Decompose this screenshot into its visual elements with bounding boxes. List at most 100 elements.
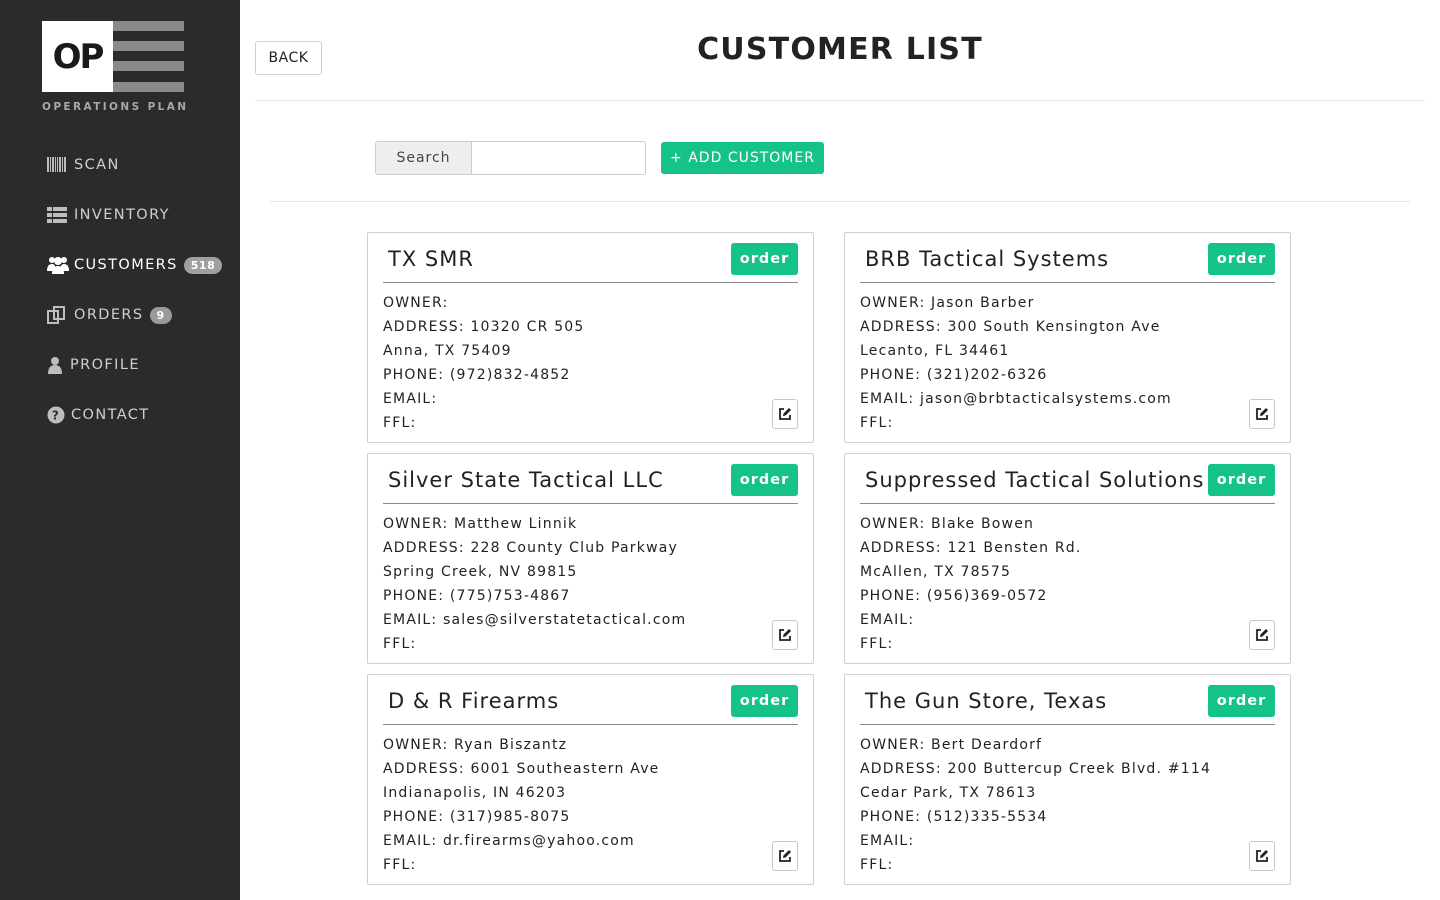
customer-card: BRB Tactical Systems order OWNER: Jason Ba…: [844, 232, 1291, 443]
edit-icon: [1256, 408, 1268, 420]
customer-address: ADDRESS: 300 South Kensington Ave: [860, 319, 1161, 335]
customer-city: Cedar Park, TX 78613: [860, 785, 1037, 801]
customer-phone: PHONE: (512)335-5534: [860, 809, 1048, 825]
customer-phone: PHONE: (775)753-4867: [383, 588, 571, 604]
customer-city: Anna, TX 75409: [383, 343, 512, 359]
card-divider: [383, 503, 798, 504]
question-icon: ?: [47, 406, 65, 424]
edit-customer-button[interactable]: [772, 841, 798, 871]
sidebar-item-contact[interactable]: ? CONTACT: [47, 403, 150, 427]
logo-letters: OP: [52, 36, 105, 77]
order-button[interactable]: order: [731, 243, 798, 275]
customer-owner: OWNER: Blake Bowen: [860, 516, 1035, 532]
barcode-icon: [47, 156, 68, 174]
sidebar-item-inventory[interactable]: INVENTORY: [47, 203, 170, 227]
customer-phone: PHONE: (317)985-8075: [383, 809, 571, 825]
customer-owner: OWNER: Bert Deardorf: [860, 737, 1043, 753]
customers-count-badge: 518: [183, 256, 223, 274]
customer-card: The Gun Store, Texas order OWNER: Bert Dea…: [844, 674, 1291, 885]
customer-phone: PHONE: (956)369-0572: [860, 588, 1048, 604]
logo-stripe: [113, 82, 184, 92]
customer-ffl: FFL:: [383, 415, 417, 431]
sidebar-item-label: SCAN: [74, 157, 120, 173]
customer-details: OWNER: ADDRESS: 10320 CR 505 Anna, TX 7540…: [383, 291, 585, 435]
customer-owner: OWNER:: [383, 295, 449, 311]
order-button[interactable]: order: [1208, 685, 1275, 717]
customer-name: BRB Tactical Systems: [865, 247, 1110, 271]
card-divider: [860, 503, 1275, 504]
customer-email: EMAIL:: [383, 391, 438, 407]
customer-email: EMAIL: sales@silverstatetactical.com: [383, 612, 687, 628]
logo-stripe: [113, 21, 184, 31]
header-divider: [255, 100, 1425, 101]
search-input[interactable]: [471, 141, 646, 175]
customer-address: ADDRESS: 228 County Club Parkway: [383, 540, 678, 556]
edit-customer-button[interactable]: [1249, 620, 1275, 650]
order-button[interactable]: order: [1208, 243, 1275, 275]
customer-name: TX SMR: [388, 247, 474, 271]
edit-icon: [779, 408, 791, 420]
customer-ffl: FFL:: [860, 636, 894, 652]
customer-address: ADDRESS: 121 Bensten Rd.: [860, 540, 1082, 556]
customer-address: ADDRESS: 6001 Southeastern Ave: [383, 761, 660, 777]
order-button[interactable]: order: [731, 464, 798, 496]
customer-details: OWNER: Bert Deardorf ADDRESS: 200 Butterc…: [860, 733, 1211, 877]
sidebar-item-label: CONTACT: [71, 407, 150, 423]
back-button[interactable]: BACK: [255, 41, 322, 75]
sidebar-item-orders[interactable]: ORDERS 9: [47, 303, 172, 327]
order-button[interactable]: order: [731, 685, 798, 717]
customer-city: McAllen, TX 78575: [860, 564, 1012, 580]
customer-city: Spring Creek, NV 89815: [383, 564, 578, 580]
logo[interactable]: OP: [42, 21, 184, 92]
customer-email: EMAIL: dr.firearms@yahoo.com: [383, 833, 635, 849]
card-divider: [383, 724, 798, 725]
customer-address: ADDRESS: 200 Buttercup Creek Blvd. #114: [860, 761, 1212, 777]
sidebar-item-label: CUSTOMERS: [74, 257, 178, 273]
customer-details: OWNER: Matthew Linnik ADDRESS: 228 County…: [383, 512, 686, 656]
edit-customer-button[interactable]: [772, 620, 798, 650]
customer-email: EMAIL: jason@brbtacticalsystems.com: [860, 391, 1172, 407]
edit-icon: [779, 850, 791, 862]
sidebar-item-scan[interactable]: SCAN: [47, 153, 120, 177]
customer-card: Suppressed Tactical Solutions order OWNER:…: [844, 453, 1291, 664]
sidebar-item-label: ORDERS: [74, 307, 144, 323]
customer-name: D & R Firearms: [388, 689, 560, 713]
customer-phone: PHONE: (321)202-6326: [860, 367, 1048, 383]
edit-customer-button[interactable]: [1249, 399, 1275, 429]
customer-email: EMAIL:: [860, 612, 915, 628]
customer-address: ADDRESS: 10320 CR 505: [383, 319, 585, 335]
customer-owner: OWNER: Matthew Linnik: [383, 516, 578, 532]
svg-text:?: ?: [52, 409, 60, 423]
list-icon: [47, 206, 68, 224]
customer-owner: OWNER: Jason Barber: [860, 295, 1035, 311]
add-customer-button[interactable]: + ADD CUSTOMER: [661, 142, 824, 174]
customer-name: Silver State Tactical LLC: [388, 468, 664, 492]
customer-details: OWNER: Jason Barber ADDRESS: 300 South Ke…: [860, 291, 1172, 435]
sidebar-item-profile[interactable]: PROFILE: [47, 353, 140, 377]
customer-name: Suppressed Tactical Solutions: [865, 468, 1205, 492]
sidebar-item-customers[interactable]: CUSTOMERS 518: [47, 253, 223, 277]
edit-icon: [779, 629, 791, 641]
customer-ffl: FFL:: [383, 857, 417, 873]
card-divider: [383, 282, 798, 283]
customer-ffl: FFL:: [860, 415, 894, 431]
card-divider: [860, 724, 1275, 725]
customer-card: TX SMR order OWNER: ADDRESS: 10320 CR 505 An…: [367, 232, 814, 443]
customer-ffl: FFL:: [383, 636, 417, 652]
edit-customer-button[interactable]: [772, 399, 798, 429]
user-icon: [47, 356, 64, 374]
page-title: CUSTOMER LIST: [697, 32, 983, 67]
search-group: Search: [375, 141, 646, 175]
customer-card: Silver State Tactical LLC order OWNER: Mat…: [367, 453, 814, 664]
customer-details: OWNER: Blake Bowen ADDRESS: 121 Bensten R…: [860, 512, 1082, 656]
customer-owner: OWNER: Ryan Biszantz: [383, 737, 568, 753]
orders-icon: [47, 306, 68, 324]
logo-stripe: [113, 41, 184, 51]
logo-mark: OP: [42, 21, 113, 92]
edit-customer-button[interactable]: [1249, 841, 1275, 871]
sidebar-item-label: INVENTORY: [74, 207, 170, 223]
customer-city: Lecanto, FL 34461: [860, 343, 1010, 359]
sidebar-item-label: PROFILE: [70, 357, 140, 373]
order-button[interactable]: order: [1208, 464, 1275, 496]
customer-email: EMAIL:: [860, 833, 915, 849]
